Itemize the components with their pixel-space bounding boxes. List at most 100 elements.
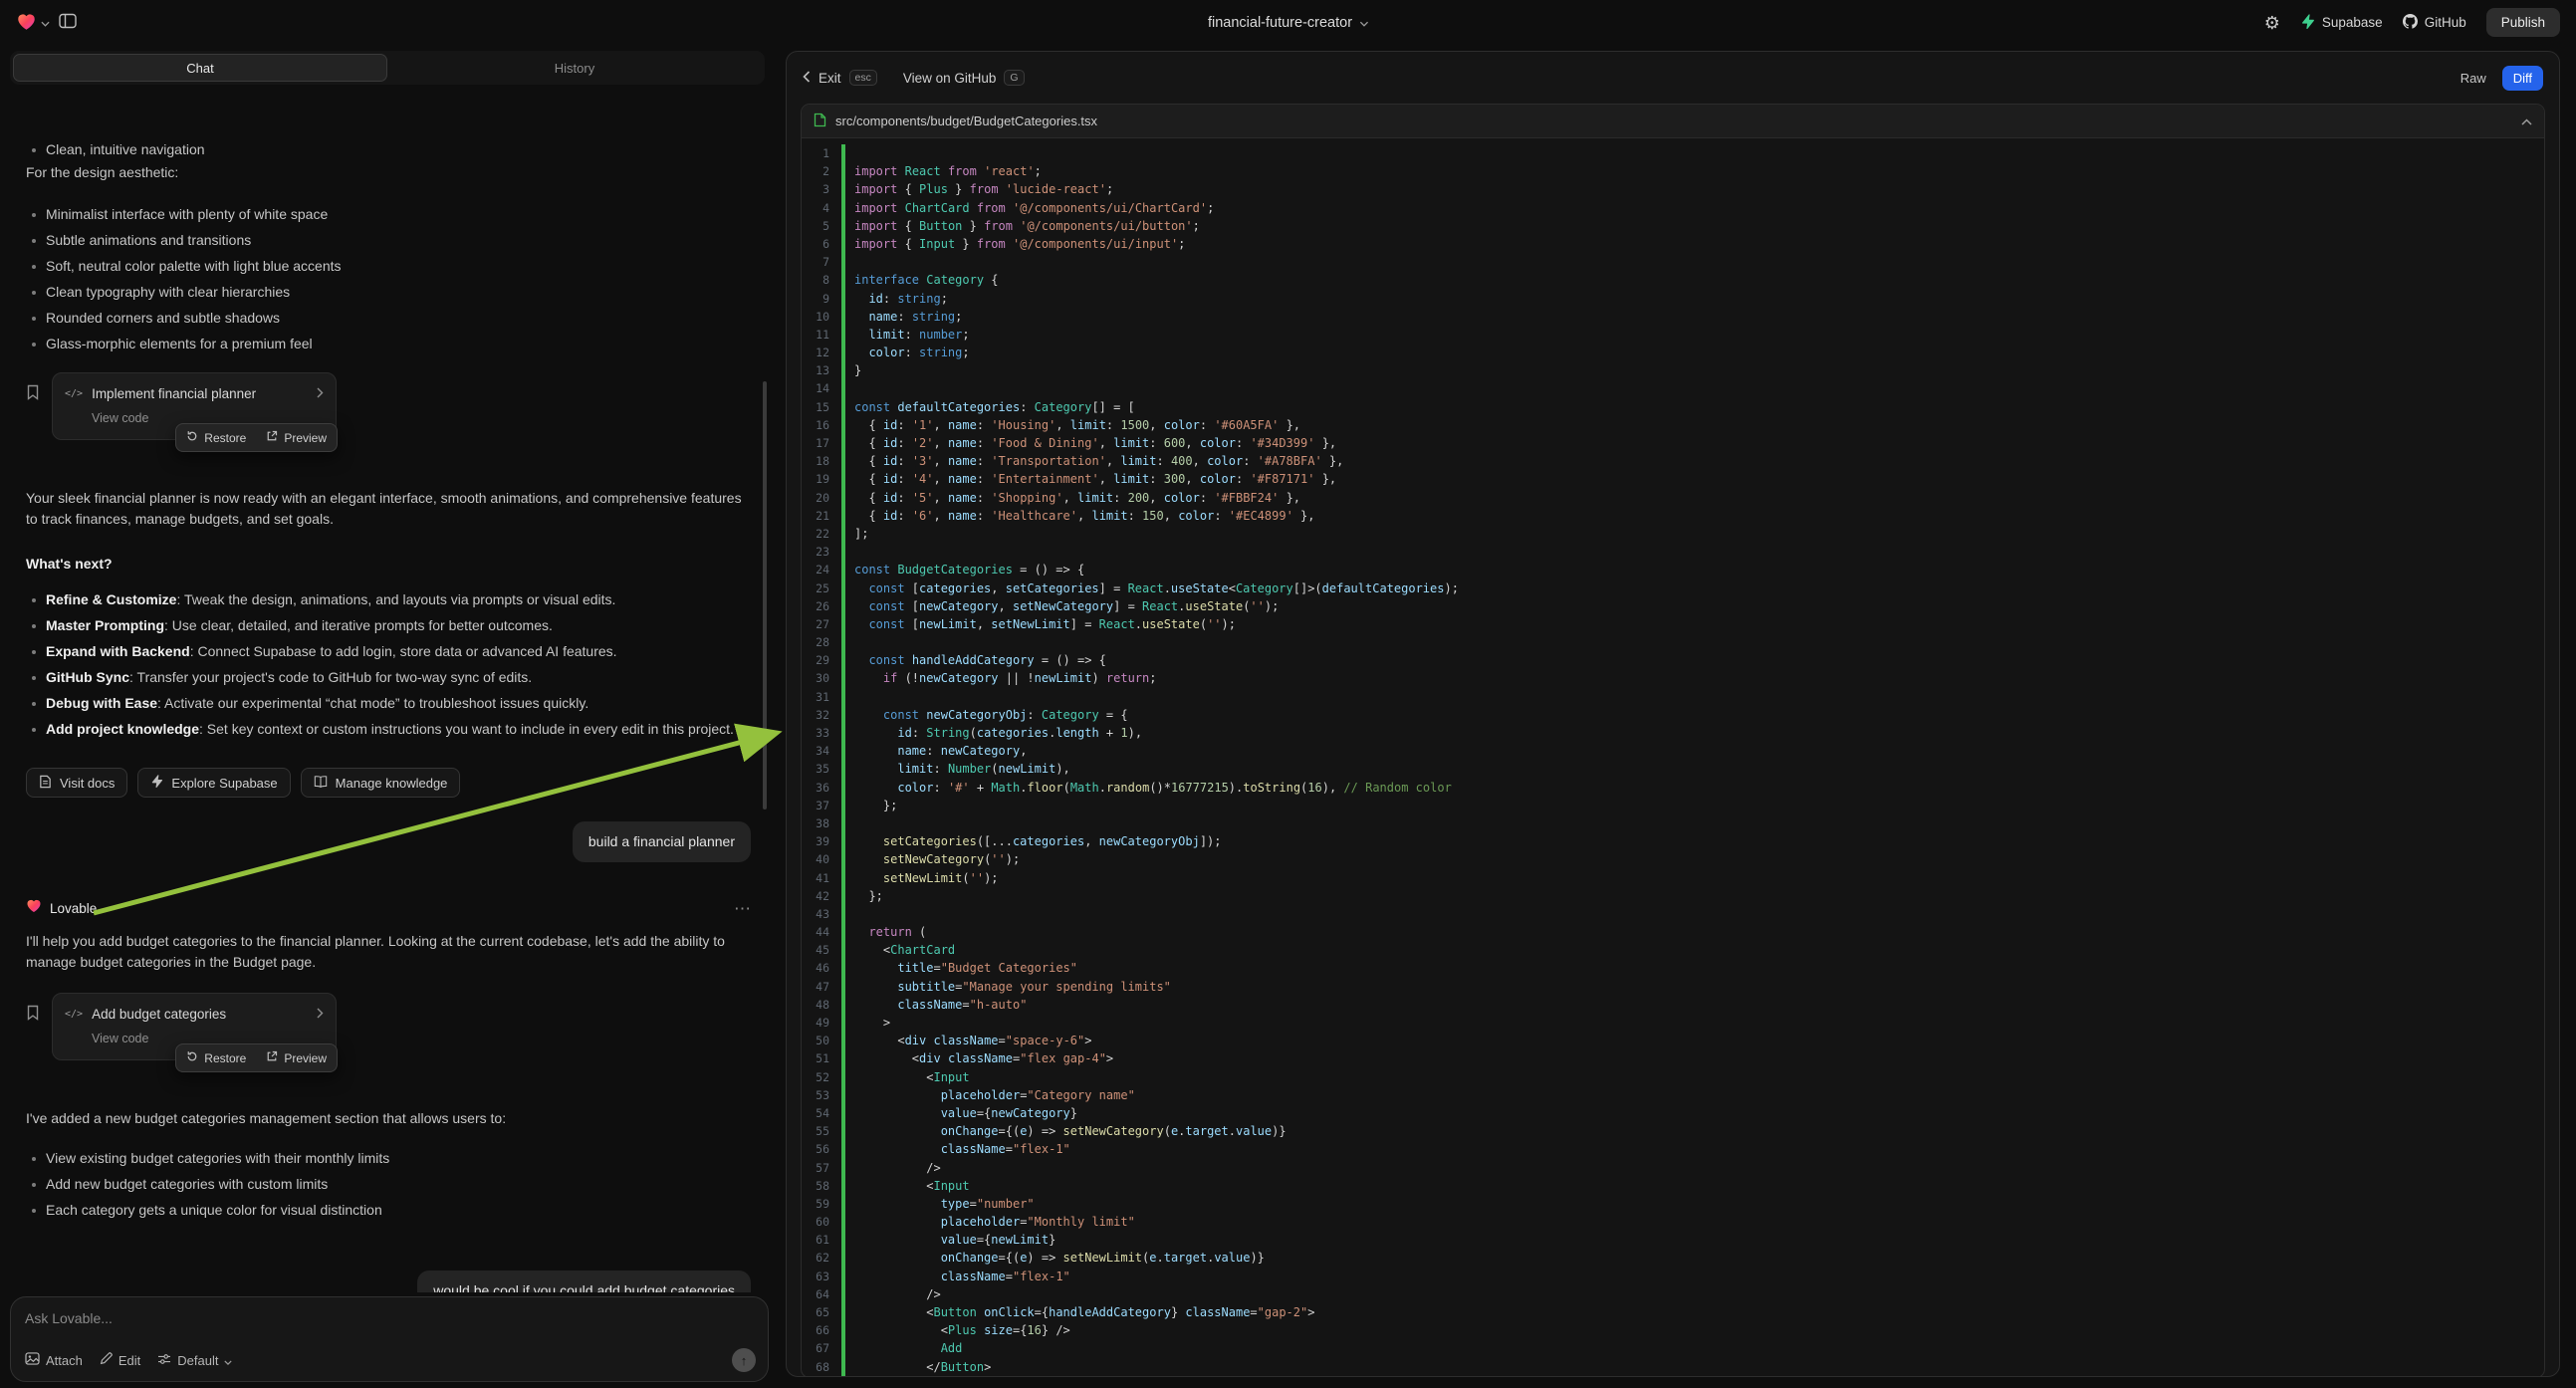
attach-button[interactable]: Attach — [25, 1352, 83, 1368]
user-message-bubble: would be cool if you could add budget ca… — [417, 1271, 751, 1292]
mode-selector[interactable]: Default — [157, 1353, 232, 1368]
manage-knowledge-button[interactable]: Manage knowledge — [301, 768, 461, 798]
edit-card-row: Implement financial planner View code Re… — [26, 372, 751, 440]
composer[interactable]: Ask Lovable... Attach Edit — [10, 1296, 769, 1382]
bookmark-button[interactable] — [26, 1005, 40, 1024]
code-line: 14 — [802, 379, 2544, 397]
code-viewer-panel: Exit esc View on GitHub G Raw Diff src/c… — [786, 51, 2560, 1377]
esc-shortcut-badge: esc — [849, 70, 877, 86]
collapse-file-button[interactable] — [2521, 114, 2532, 128]
code-line: 40 setNewCategory(''); — [802, 850, 2544, 868]
chat-panel: Chat History Clean, intuitive navigation… — [0, 45, 775, 1388]
code-line: 34 name: newCategory, — [802, 742, 2544, 760]
settings-button[interactable]: ⚙ — [2264, 14, 2280, 32]
message-more-button[interactable]: ⋯ — [734, 900, 751, 917]
restore-button[interactable]: Restore — [176, 1044, 256, 1071]
restore-label: Restore — [204, 431, 246, 445]
github-button[interactable]: GitHub — [2403, 14, 2466, 32]
added-file-icon — [814, 113, 826, 130]
edit-card-title-row: Implement financial planner — [65, 383, 324, 404]
project-menu[interactable]: financial-future-creator — [1208, 15, 1368, 31]
edit-card-implement-planner[interactable]: Implement financial planner View code Re… — [52, 372, 337, 440]
chat-scroll-area[interactable]: Clean, intuitive navigation For the desi… — [0, 136, 775, 1292]
code-line: 1 — [802, 144, 2544, 162]
list-item: Clean typography with clear hierarchies — [26, 279, 751, 305]
code-line: 51 <div className="flex gap-4"> — [802, 1049, 2544, 1067]
view-on-github-button[interactable]: View on GitHub G — [903, 70, 1025, 86]
chat-tabs: Chat History — [10, 51, 765, 85]
gear-icon: ⚙ — [2264, 14, 2280, 32]
reply-bullet-list: View existing budget categories with the… — [26, 1145, 751, 1223]
supabase-label: Supabase — [2322, 15, 2383, 30]
list-item: GitHub Sync: Transfer your project's cod… — [26, 664, 751, 690]
code-line: 56 className="flex-1" — [802, 1140, 2544, 1158]
chat-input[interactable]: Ask Lovable... — [25, 1310, 754, 1326]
code-line: 7 — [802, 253, 2544, 271]
assistant-reply-body: I've added a new budget categories manag… — [26, 1108, 751, 1129]
list-item: Expand with Backend: Connect Supabase to… — [26, 638, 751, 664]
supabase-icon — [2300, 14, 2315, 32]
whats-next-heading: What's next? — [26, 554, 751, 575]
code-line: 29 const handleAddCategory = () => { — [802, 651, 2544, 669]
code-line: 37 }; — [802, 797, 2544, 814]
explore-supabase-button[interactable]: Explore Supabase — [137, 768, 290, 798]
design-heading: For the design aesthetic: — [26, 162, 751, 183]
code-line: 3import { Plus } from 'lucide-react'; — [802, 180, 2544, 198]
bookmark-button[interactable] — [26, 384, 40, 403]
code-line: 35 limit: Number(newLimit), — [802, 760, 2544, 778]
code-line: 68 </Button> — [802, 1358, 2544, 1376]
exit-button[interactable]: Exit esc — [803, 70, 877, 86]
step-title: Master Prompting — [46, 617, 164, 633]
code-icon — [65, 1004, 83, 1025]
attach-label: Attach — [46, 1353, 83, 1368]
app-root: financial-future-creator ⚙ Supabase GitH… — [0, 0, 2576, 1388]
preview-button[interactable]: Preview — [256, 1044, 337, 1071]
step-text: : Transfer your project's code to GitHub… — [129, 669, 532, 685]
code-line: 13} — [802, 361, 2544, 379]
lovable-logo-menu[interactable] — [16, 12, 50, 34]
chat-scrollbar-thumb[interactable] — [763, 381, 767, 810]
code-line: 54 value={newCategory} — [802, 1104, 2544, 1122]
diff-view-button[interactable]: Diff — [2502, 66, 2543, 91]
sliders-icon — [157, 1353, 171, 1368]
code-line: 17 { id: '2', name: 'Food & Dining', lim… — [802, 434, 2544, 452]
code-line: 23 — [802, 543, 2544, 561]
panel-toggle-icon — [59, 13, 77, 32]
code-line: 61 value={newLimit} — [802, 1231, 2544, 1249]
step-title: Expand with Backend — [46, 643, 190, 659]
restore-button[interactable]: Restore — [176, 424, 256, 451]
code-line: 28 — [802, 633, 2544, 651]
raw-view-button[interactable]: Raw — [2453, 66, 2494, 91]
code-line: 11 limit: number; — [802, 326, 2544, 344]
send-button[interactable]: ↑ — [732, 1348, 756, 1372]
sidebar-toggle-button[interactable] — [59, 13, 77, 32]
visit-docs-button[interactable]: Visit docs — [26, 768, 127, 798]
preview-button[interactable]: Preview — [256, 424, 337, 451]
bookmark-icon — [26, 1009, 40, 1024]
github-icon — [2403, 14, 2418, 32]
code-viewer-header: Exit esc View on GitHub G Raw Diff — [787, 52, 2559, 104]
supabase-button[interactable]: Supabase — [2300, 14, 2383, 32]
code-line: 6import { Input } from '@/components/ui/… — [802, 235, 2544, 253]
restore-preview-popover: Restore Preview — [175, 1043, 338, 1072]
code-line: 21 { id: '6', name: 'Healthcare', limit:… — [802, 507, 2544, 525]
code-scroll-area[interactable]: 12import React from 'react';3import { Pl… — [802, 138, 2544, 1377]
next-steps-list: Refine & Customize: Tweak the design, an… — [26, 586, 751, 742]
partial-bullet-list: Clean, intuitive navigation — [26, 136, 751, 162]
github-shortcut-badge: G — [1004, 70, 1024, 86]
view-on-github-label: View on GitHub — [903, 71, 997, 86]
edit-card-title-row: Add budget categories — [65, 1004, 324, 1025]
edit-card-add-budget-categories[interactable]: Add budget categories View code Restore — [52, 993, 337, 1060]
mode-label: Default — [177, 1353, 218, 1368]
list-item: Soft, neutral color palette with light b… — [26, 253, 751, 279]
publish-button[interactable]: Publish — [2486, 8, 2560, 37]
list-item: Debug with Ease: Activate our experiment… — [26, 690, 751, 716]
edit-mode-button[interactable]: Edit — [100, 1352, 140, 1368]
code-line: 58 <Input — [802, 1177, 2544, 1195]
tab-chat[interactable]: Chat — [13, 54, 387, 82]
restore-preview-popover: Restore Preview — [175, 423, 338, 452]
tab-history[interactable]: History — [387, 54, 762, 82]
quick-actions: Visit docs Explore Supabase Manage knowl… — [26, 768, 751, 798]
chip-label: Explore Supabase — [171, 776, 277, 791]
list-item: Each category gets a unique color for vi… — [26, 1197, 751, 1223]
